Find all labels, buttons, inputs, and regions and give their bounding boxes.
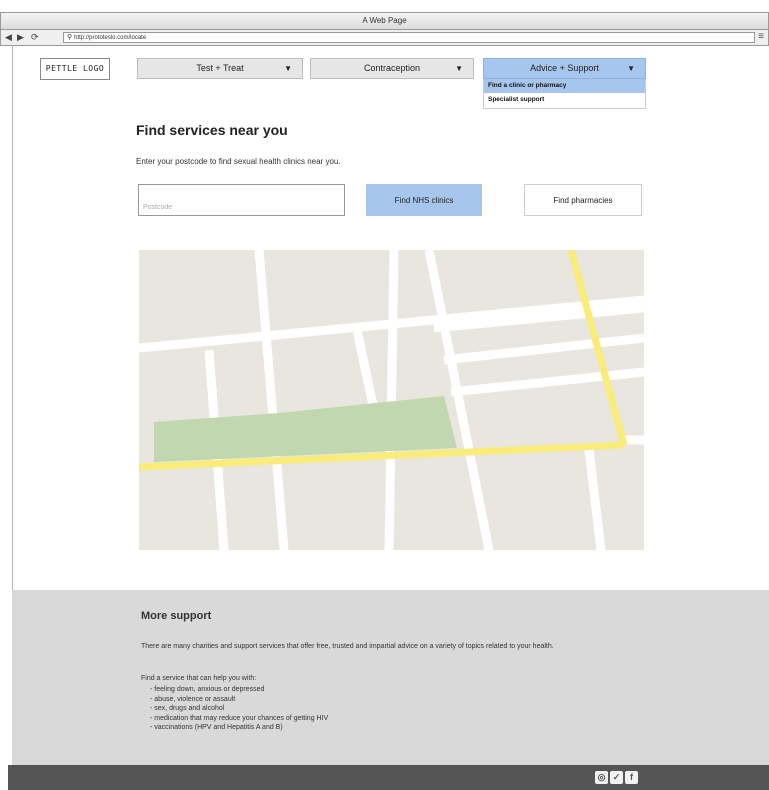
tab-label: Contraception [363, 63, 421, 73]
advice-dropdown-menu: Find a clinic or pharmacy Specialist sup… [483, 79, 646, 109]
tab-contraception[interactable]: Contraception ▼ [310, 58, 474, 79]
menu-item-find-clinic[interactable]: Find a clinic or pharmacy [484, 79, 645, 93]
chevron-down-icon: ▼ [284, 64, 292, 73]
menu-item-specialist-support[interactable]: Specialist support [484, 93, 645, 107]
tab-label: Advice + Support [530, 63, 599, 73]
reload-icon[interactable]: ⟳ [31, 32, 39, 43]
tab-advice-support[interactable]: Advice + Support ▼ [483, 58, 646, 79]
page-subtitle: Enter your postcode to find sexual healt… [136, 157, 341, 166]
instagram-icon[interactable]: ◎ [595, 771, 608, 784]
find-pharmacies-button[interactable]: Find pharmacies [524, 184, 642, 216]
road [384, 250, 399, 550]
map[interactable] [139, 250, 644, 550]
chevron-down-icon: ▼ [627, 64, 635, 73]
page-title: Find services near you [136, 122, 288, 138]
more-support-section: More support There are many charities an… [12, 590, 769, 765]
list-label: Find a service that can help you with: [141, 675, 257, 682]
tab-label: Test + Treat [196, 63, 244, 73]
url-text: http://prototeslo.com/locate [74, 35, 147, 41]
list-item: medication that may reduce your chances … [150, 714, 328, 724]
list-item: sex, drugs and alcohol [150, 704, 328, 714]
find-nhs-clinics-button[interactable]: Find NHS clinics [366, 184, 482, 216]
chevron-down-icon: ▼ [455, 64, 463, 73]
section-title: More support [141, 610, 212, 622]
list-item: vaccinations (HPV and Hepatitis A and B) [150, 723, 328, 733]
support-topics-list: feeling down, anxious or depressed abuse… [150, 685, 328, 733]
browser-navbar: ◀ ▶ ⟳ ⚲ http://prototeslo.com/locate ≡ [0, 30, 769, 46]
postcode-input[interactable] [138, 184, 345, 216]
facebook-icon[interactable]: f [625, 771, 638, 784]
search-icon: ⚲ [67, 34, 73, 41]
tab-test-treat[interactable]: Test + Treat ▼ [137, 58, 303, 79]
list-item: feeling down, anxious or depressed [150, 685, 328, 695]
twitter-icon[interactable]: ✓ [610, 771, 623, 784]
list-item: abuse, violence or assault [150, 695, 328, 705]
forward-icon[interactable]: ▶ [17, 32, 24, 43]
site-logo[interactable]: PETTLE LOGO [40, 58, 110, 80]
footer-bar: ◎ ✓ f [8, 765, 769, 790]
section-paragraph: There are many charities and support ser… [141, 643, 554, 650]
url-bar[interactable]: ⚲ http://prototeslo.com/locate [63, 32, 755, 43]
hamburger-icon[interactable]: ≡ [758, 31, 764, 43]
window-title: A Web Page [0, 12, 769, 30]
back-icon[interactable]: ◀ [5, 32, 12, 43]
